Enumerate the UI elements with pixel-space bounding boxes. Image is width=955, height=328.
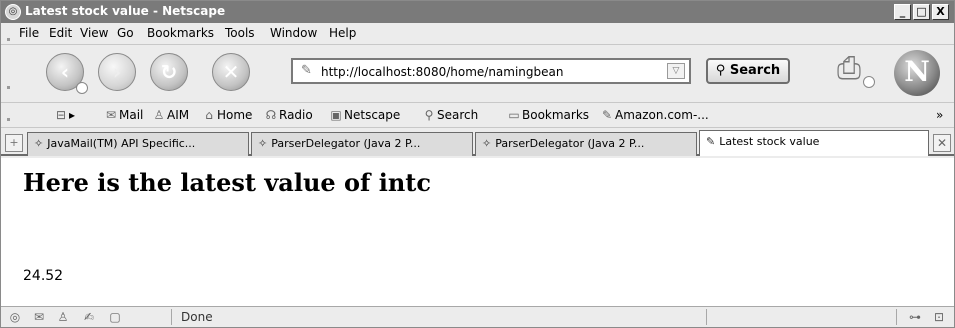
menu-edit[interactable]: Edit xyxy=(49,26,72,40)
pt-aim[interactable]: ♙ AIM xyxy=(151,108,190,122)
status-divider xyxy=(896,309,897,325)
security-lock-icon[interactable]: ⊡ xyxy=(931,310,947,324)
aim-icon[interactable]: ♙ xyxy=(55,310,71,324)
personalbar-grip-icon[interactable] xyxy=(7,118,10,121)
link-icon: ✎ xyxy=(601,108,613,122)
home-icon: ⌂ xyxy=(205,108,213,122)
radio-icon: ☊ xyxy=(265,108,277,122)
page-icon: ✎ xyxy=(706,135,716,148)
tab-javamail[interactable]: ✧ JavaMail(TM) API Specific... xyxy=(27,132,249,156)
netscape-throbber-logo[interactable]: N xyxy=(894,50,940,96)
tabs-menu-icon[interactable]: ⊟ ▸ xyxy=(53,108,75,122)
status-divider xyxy=(171,309,172,325)
back-dropdown-icon[interactable] xyxy=(76,82,88,94)
tab-parserdelegator-1[interactable]: ✧ ParserDelegator (Java 2 P... xyxy=(251,132,473,156)
menu-window[interactable]: Window xyxy=(270,26,317,40)
minimize-button[interactable]: _ xyxy=(894,4,911,20)
tab-latest-stock-value[interactable]: ✎ Latest stock value xyxy=(699,130,929,156)
maximize-button[interactable]: □ xyxy=(913,4,930,20)
toolbar-overflow-button[interactable]: » xyxy=(936,108,943,122)
netscape-app-icon: ◎ xyxy=(5,4,21,20)
online-status-icon[interactable]: ⊶ xyxy=(903,310,927,324)
stop-button[interactable]: ✕ xyxy=(212,53,250,91)
search-icon: ⚲ xyxy=(424,108,434,122)
menu-view[interactable]: View xyxy=(80,26,108,40)
menu-go[interactable]: Go xyxy=(117,26,134,40)
menu-bookmarks[interactable]: Bookmarks xyxy=(147,26,214,40)
composer-icon[interactable]: ✍ xyxy=(81,310,97,324)
mail-icon: ✉ xyxy=(105,108,117,122)
status-divider xyxy=(706,309,707,325)
menu-tools[interactable]: Tools xyxy=(225,26,255,40)
tab-bar: + ✧ JavaMail(TM) API Specific... ✧ ParserD… xyxy=(1,129,954,156)
navigation-toolbar: ‹ › ↻ ✕ ✎ ▽ ⚲ Search ⎙ N xyxy=(1,46,954,103)
navbar-grip-icon[interactable] xyxy=(7,86,10,89)
status-bar: ◎ ✉ ♙ ✍ ▢ Done ⊶ ⊡ xyxy=(1,306,954,327)
close-tab-button[interactable]: ✕ xyxy=(933,134,951,152)
url-input[interactable] xyxy=(321,63,641,80)
print-dropdown-icon[interactable] xyxy=(863,76,875,88)
close-button[interactable]: X xyxy=(932,4,949,20)
window-title: Latest stock value - Netscape xyxy=(25,4,226,18)
menu-help[interactable]: Help xyxy=(329,26,356,40)
magnifier-icon: ⚲ xyxy=(715,63,726,78)
pt-radio[interactable]: ☊ Radio xyxy=(263,108,313,122)
stock-value: 24.52 xyxy=(23,268,64,284)
personal-toolbar: ⊟ ▸ ✉ Mail ♙ AIM ⌂ Home ☊ Radio ▣ Netscape ⚲ Se… xyxy=(1,104,954,128)
forward-button[interactable]: › xyxy=(98,53,136,91)
page-loading-icon: ✧ xyxy=(258,137,268,150)
search-button[interactable]: ⚲ Search xyxy=(706,58,790,84)
reload-button[interactable]: ↻ xyxy=(150,53,188,91)
location-bar[interactable]: ✎ ▽ xyxy=(291,58,691,84)
navigator-icon[interactable]: ◎ xyxy=(7,310,23,324)
mail-icon[interactable]: ✉ xyxy=(31,310,47,324)
menu-bar: File Edit View Go Bookmarks Tools Window… xyxy=(1,23,954,45)
tab-parserdelegator-2[interactable]: ✧ ParserDelegator (Java 2 P... xyxy=(475,132,697,156)
pt-home[interactable]: ⌂ Home xyxy=(201,108,252,122)
pt-bookmarks[interactable]: ▭ Bookmarks xyxy=(506,108,589,122)
menu-file[interactable]: File xyxy=(19,26,39,40)
new-tab-icon[interactable]: + xyxy=(5,134,23,152)
aim-icon: ♙ xyxy=(153,108,165,122)
page-heading: Here is the latest value of intc xyxy=(23,168,431,197)
url-history-dropdown-icon[interactable]: ▽ xyxy=(667,63,685,79)
pt-mail[interactable]: ✉ Mail xyxy=(103,108,143,122)
page-loading-icon: ✧ xyxy=(482,137,492,150)
netscape-icon: ▣ xyxy=(330,108,342,122)
pt-amazon[interactable]: ✎ Amazon.com-... xyxy=(599,108,709,122)
pt-search[interactable]: ⚲ Search xyxy=(421,108,479,122)
title-bar[interactable]: ◎ Latest stock value - Netscape _ □ X xyxy=(1,1,954,23)
page-loading-icon: ✧ xyxy=(34,137,44,150)
page-proxy-icon[interactable]: ✎ xyxy=(301,63,312,78)
menubar-grip-icon[interactable] xyxy=(7,38,10,41)
address-book-icon[interactable]: ▢ xyxy=(107,310,123,324)
pt-netscape[interactable]: ▣ Netscape xyxy=(328,108,400,122)
status-text: Done xyxy=(181,310,213,324)
search-button-label: Search xyxy=(729,63,781,78)
bookmarks-icon: ▭ xyxy=(508,108,520,122)
browser-window: ◎ Latest stock value - Netscape _ □ X Fi… xyxy=(0,0,955,328)
page-content: Here is the latest value of intc 24.52 xyxy=(1,158,954,306)
